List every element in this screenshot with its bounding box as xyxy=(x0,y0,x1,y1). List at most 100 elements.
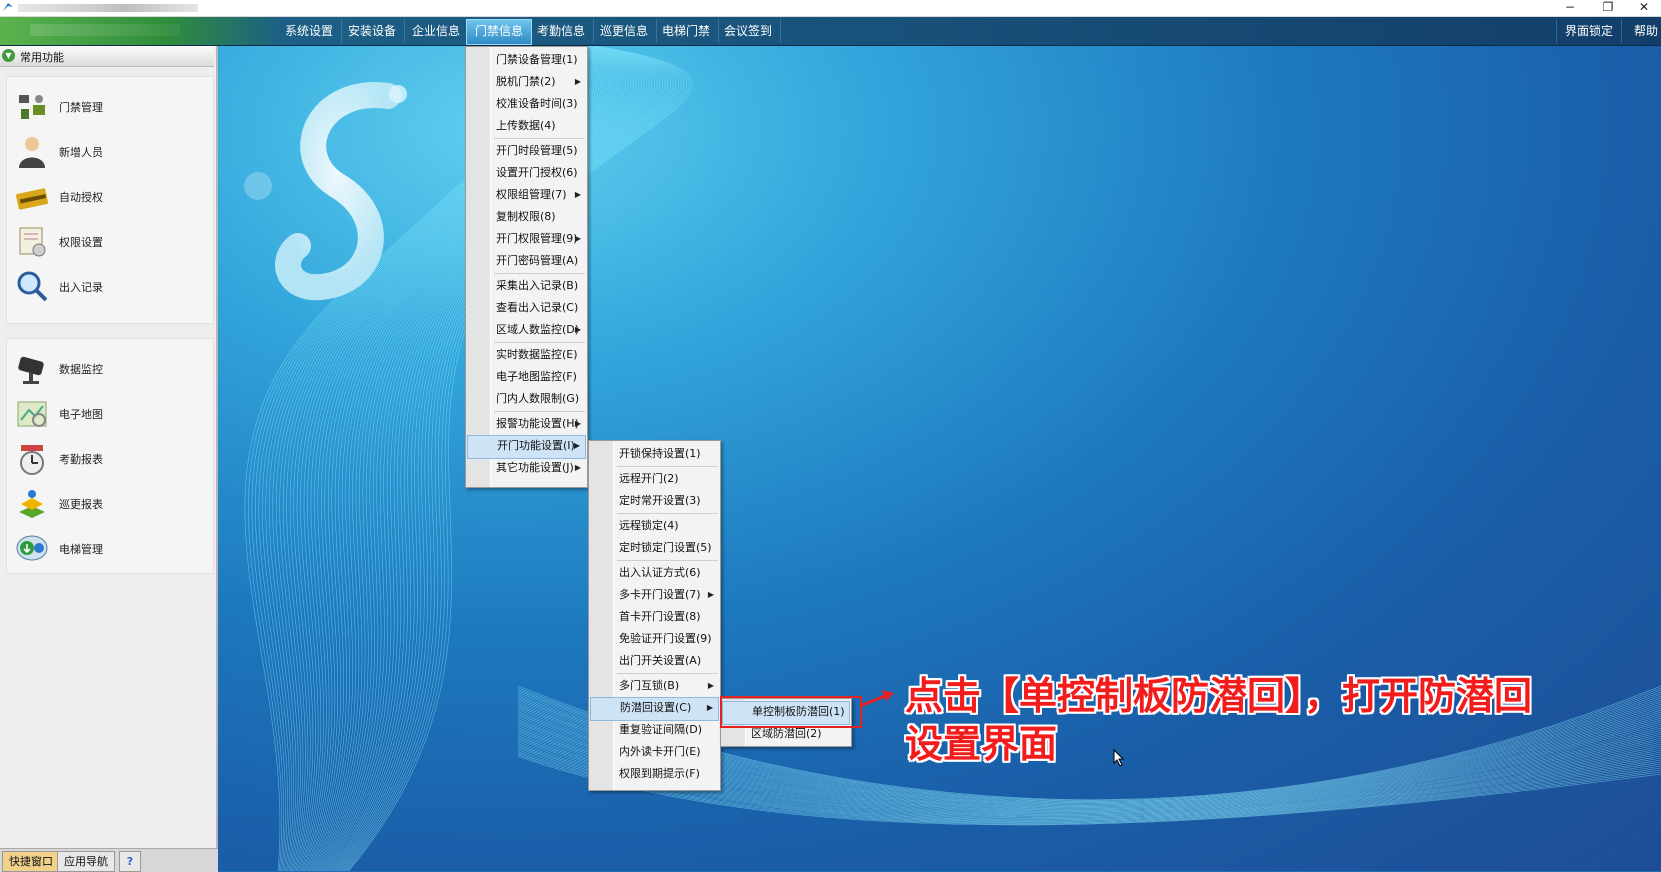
menu-item-label: 脱机门禁(2) xyxy=(496,75,556,88)
menu-2[interactable]: 安装设备 xyxy=(340,19,406,43)
menu1-item-18[interactable]: 电子地图监控(F) xyxy=(467,366,586,388)
menu1-item-9[interactable]: 复制权限(8) xyxy=(467,206,586,228)
sidebar-item-label: 考勤报表 xyxy=(59,453,103,466)
annotation-line-2: 设置界面 xyxy=(905,722,1058,766)
sidebar-item-label: 数据监控 xyxy=(59,363,103,376)
menu-item-label: 门内人数限制(G) xyxy=(496,392,580,405)
menu1-item-13[interactable]: 采集出入记录(B) xyxy=(467,275,586,297)
menu2-item-11[interactable]: 首卡开门设置(8) xyxy=(590,606,719,628)
menu-8[interactable]: 会议签到 xyxy=(716,19,782,43)
tab-app-navigation[interactable]: 应用导航 xyxy=(57,851,115,872)
menu-5[interactable]: 考勤信息 xyxy=(529,19,595,43)
submenu-arrow-icon: ▶ xyxy=(574,77,581,86)
menu2-item-3[interactable]: 远程开门(2) xyxy=(590,468,719,490)
menu-7[interactable]: 电梯门禁 xyxy=(654,19,720,43)
sidebar-item-8[interactable]: 考勤报表 xyxy=(7,437,213,479)
sidebar-item-label: 自动授权 xyxy=(59,191,103,204)
door-access-icon xyxy=(19,95,45,119)
menu2-item-12[interactable]: 免验证开门设置(9) xyxy=(590,628,719,650)
menu1-item-23[interactable]: 其它功能设置(J) ▶ xyxy=(467,457,586,479)
menu-bar: 系统设置 安装设备 企业信息 门禁信息 考勤信息 巡更信息 电梯门禁 会议签到 界面锁定 帮助 xyxy=(0,17,1661,46)
menu2-item-9[interactable]: 出入认证方式(6) xyxy=(590,562,719,584)
menu1-item-15[interactable]: 区域人数监控(D) ▶ xyxy=(467,319,586,341)
menu-item-label: 防潜回设置(C) xyxy=(620,701,692,714)
app-icon xyxy=(3,3,13,11)
highlight-box xyxy=(720,696,862,728)
close-button[interactable]: ✕ xyxy=(1626,0,1661,16)
sidebar-item-6[interactable]: 数据监控 xyxy=(7,347,213,389)
map-icon xyxy=(17,401,47,427)
menu1-item-1[interactable]: 门禁设备管理(1) xyxy=(467,49,586,71)
menu-6[interactable]: 巡更信息 xyxy=(592,19,658,43)
menu-1[interactable]: 系统设置 xyxy=(277,19,343,43)
permission-doc-icon xyxy=(19,227,46,257)
menu1-item-19[interactable]: 门内人数限制(G) xyxy=(467,388,586,410)
menu2-item-13[interactable]: 出门开关设置(A) xyxy=(590,650,719,672)
restore-button[interactable]: ❐ xyxy=(1590,0,1626,16)
menu-item-label: 远程锁定(4) xyxy=(619,519,679,532)
sidebar-item-9[interactable]: 巡更报表 xyxy=(7,482,213,524)
menu2-item-19[interactable]: 权限到期提示(F) xyxy=(590,763,719,785)
menu2-item-1[interactable]: 开锁保持设置(1) xyxy=(590,443,719,465)
camera-icon xyxy=(18,356,44,384)
tab-quick-window[interactable]: 快捷窗口 xyxy=(2,851,60,872)
sidebar-header[interactable]: ▼ 常用功能 xyxy=(0,46,214,67)
submenu-arrow-icon: ▶ xyxy=(574,463,581,472)
menu-4[interactable]: 门禁信息 xyxy=(466,19,533,45)
menu1-item-7[interactable]: 设置开门授权(6) xyxy=(467,162,586,184)
menu2-item-6[interactable]: 远程锁定(4) xyxy=(590,515,719,537)
menu1-item-4[interactable]: 上传数据(4) xyxy=(467,115,586,137)
minimize-button[interactable]: − xyxy=(1552,0,1588,16)
menu1-item-22[interactable]: 开门功能设置(I) ▶ xyxy=(467,435,586,459)
menu2-item-15[interactable]: 多门互锁(B) ▶ xyxy=(590,675,719,697)
menu1-item-11[interactable]: 开门密码管理(A) xyxy=(467,250,586,272)
menu-item-label: 设置开门授权(6) xyxy=(496,166,578,179)
menu-item-label: 定时常开设置(3) xyxy=(619,494,701,507)
menu-help[interactable]: 帮助 xyxy=(1626,19,1661,43)
sidebar-item-label: 电子地图 xyxy=(59,408,103,421)
help-icon[interactable]: ? xyxy=(119,851,141,872)
menu1-item-6[interactable]: 开门时段管理(5) xyxy=(467,140,586,162)
menu2-item-16[interactable]: 防潜回设置(C) ▶ xyxy=(590,697,719,721)
menu-item-label: 出入认证方式(6) xyxy=(619,566,701,579)
menu2-item-4[interactable]: 定时常开设置(3) xyxy=(590,490,719,512)
sidebar-header-label: 常用功能 xyxy=(20,51,64,64)
menu2-item-17[interactable]: 重复验证间隔(D) xyxy=(590,719,719,741)
submenu-arrow-icon: ▶ xyxy=(574,419,581,428)
sidebar-item-7[interactable]: 电子地图 xyxy=(7,392,213,434)
sidebar-item-3[interactable]: 自动授权 xyxy=(7,175,213,217)
menu1-item-21[interactable]: 报警功能设置(H) ▶ xyxy=(467,413,586,435)
menu-item-label: 上传数据(4) xyxy=(496,119,556,132)
menu-item-label: 电子地图监控(F) xyxy=(496,370,577,383)
submenu-arrow-icon: ▶ xyxy=(573,441,580,450)
menu1-item-14[interactable]: 查看出入记录(C) xyxy=(467,297,586,319)
menu1-item-8[interactable]: 权限组管理(7) ▶ xyxy=(467,184,586,206)
menu-item-label: 定时锁定门设置(5) xyxy=(619,541,712,554)
sidebar-item-2[interactable]: 新增人员 xyxy=(7,130,213,172)
menu2-item-7[interactable]: 定时锁定门设置(5) xyxy=(590,537,719,559)
menu1-item-10[interactable]: 开门权限管理(9) ▶ xyxy=(467,228,586,250)
menu-lock-ui[interactable]: 界面锁定 xyxy=(1556,19,1623,43)
menu-separator xyxy=(617,513,718,514)
sidebar-item-4[interactable]: 权限设置 xyxy=(7,220,213,262)
collapse-chevron-icon[interactable]: ▼ xyxy=(2,49,15,62)
menu-item-label: 开门功能设置(I) xyxy=(497,439,575,452)
menu2-item-18[interactable]: 内外读卡开门(E) xyxy=(590,741,719,763)
sidebar-item-1[interactable]: 门禁管理 xyxy=(7,85,213,127)
menu-item-label: 出门开关设置(A) xyxy=(619,654,702,667)
sidebar-item-label: 巡更报表 xyxy=(59,498,103,511)
menu-3[interactable]: 企业信息 xyxy=(404,19,470,43)
menu-item-label: 采集出入记录(B) xyxy=(496,279,579,292)
menu-item-label: 校准设备时间(3) xyxy=(496,97,578,110)
card-icon xyxy=(16,188,48,210)
clock-icon xyxy=(20,445,44,475)
menu1-item-17[interactable]: 实时数据监控(E) xyxy=(467,344,586,366)
brand-logo xyxy=(30,24,180,36)
sidebar-item-10[interactable]: 电梯管理 xyxy=(7,527,213,569)
menu1-item-2[interactable]: 脱机门禁(2) ▶ xyxy=(467,71,586,93)
sidebar-item-5[interactable]: 出入记录 xyxy=(7,265,213,307)
sidebar-item-label: 门禁管理 xyxy=(59,101,103,114)
menu1-item-3[interactable]: 校准设备时间(3) xyxy=(467,93,586,115)
menu2-item-10[interactable]: 多卡开门设置(7) ▶ xyxy=(590,584,719,606)
sidebar: ▼ 常用功能 门禁管理新增人员自动授权权限设置 出入记录 数据监控电子地图考勤报表… xyxy=(0,46,218,848)
